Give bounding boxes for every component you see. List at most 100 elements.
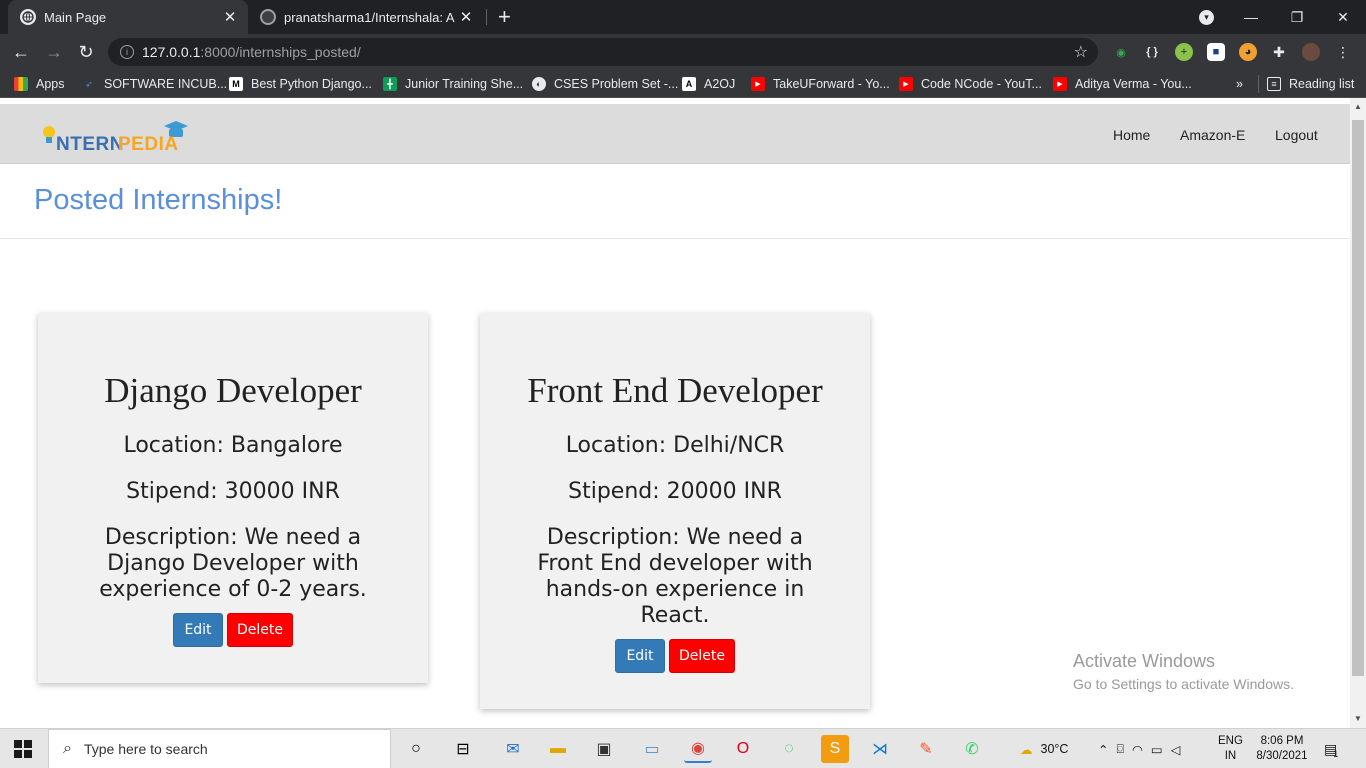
internship-card: Front End Developer Location: Delhi/NCR … <box>480 313 870 709</box>
tab-search-icon[interactable]: ▾ <box>1199 10 1214 25</box>
bookmark-label: Junior Training She... <box>405 77 524 91</box>
internship-location: Location: Delhi/NCR <box>565 433 785 458</box>
clock[interactable]: 8:06 PM 8/30/2021 <box>1254 729 1310 768</box>
delete-button[interactable]: Delete <box>669 639 735 673</box>
mail-icon[interactable]: ✉ <box>499 735 527 763</box>
url-host: 127.0.0.1 <box>142 44 201 60</box>
back-icon[interactable]: ← <box>9 40 33 64</box>
battery-icon[interactable]: ▭ <box>1151 742 1163 757</box>
divider <box>0 238 1350 239</box>
browser-tab-strip: Main Page ✕ pranatsharma1/Internshala: A… <box>0 0 1366 34</box>
forward-icon[interactable]: → <box>42 40 66 64</box>
bookmarks-overflow-icon[interactable]: » <box>1236 75 1243 93</box>
opera-icon[interactable]: O <box>729 735 757 763</box>
maximize-icon[interactable]: ❐ <box>1274 0 1320 34</box>
address-bar[interactable]: i 127.0.0.1:8000/internships_posted/ ☆ <box>108 38 1098 66</box>
bookmark-junior-training[interactable]: ╋ Junior Training She... <box>383 75 523 93</box>
scroll-thumb[interactable] <box>1352 120 1364 676</box>
tab-title: pranatsharma1/Internshala: A Dj <box>284 9 456 25</box>
bookmark-takeuforward[interactable]: ▶ TakeUForward - Yo... <box>751 75 890 93</box>
tab-github[interactable]: pranatsharma1/Internshala: A Dj ✕ <box>252 0 484 34</box>
wifi-icon[interactable]: ◠ <box>1132 742 1143 757</box>
taskbar-search-box[interactable]: ⌕ Type here to search <box>48 729 391 768</box>
a2oj-icon: A <box>682 77 696 91</box>
bookmark-cses[interactable]: ◐ CSES Problem Set -... <box>532 75 678 93</box>
refresh-app-icon[interactable]: ◌ <box>775 735 803 763</box>
weather-widget[interactable]: ☁ 30°C <box>1020 729 1068 768</box>
reload-icon[interactable]: ↻ <box>74 40 98 64</box>
logo-text-pedia: PEDIA <box>118 134 179 155</box>
meet-now-icon[interactable]: ⌼ <box>1116 742 1124 757</box>
window-close-icon[interactable]: ✕ <box>1320 0 1366 34</box>
nav-logout-link[interactable]: Logout <box>1275 127 1318 143</box>
bookmark-a2oj[interactable]: A A2OJ <box>682 75 735 93</box>
tab-main-page[interactable]: Main Page ✕ <box>8 0 248 34</box>
reading-list-label: Reading list <box>1289 77 1355 91</box>
vscode-icon[interactable]: ⋊ <box>866 735 894 763</box>
extension-flag-icon[interactable]: ■ <box>1207 43 1225 61</box>
bookmark-software-incub[interactable]: ➶ SOFTWARE INCUB... <box>82 75 227 93</box>
notifications-icon[interactable]: ▤ 1 <box>1324 729 1338 768</box>
extension-owl-icon[interactable]: ◕ <box>1239 43 1257 61</box>
edit-button[interactable]: Edit <box>173 613 223 647</box>
youtube-icon: ▶ <box>1053 77 1067 91</box>
card-actions: Edit Delete <box>480 639 870 673</box>
extension-json-icon[interactable]: { } <box>1143 43 1161 61</box>
laptop-app-icon[interactable]: ▭ <box>638 735 666 763</box>
scroll-down-icon[interactable]: ▼ <box>1354 714 1362 723</box>
github-icon <box>260 9 276 25</box>
bookmark-code-ncode[interactable]: ▶ Code NCode - YouT... <box>899 75 1042 93</box>
bookmark-aditya-verma[interactable]: ▶ Aditya Verma - You... <box>1053 75 1192 93</box>
bookmark-best-python-django[interactable]: M Best Python Django... <box>229 75 372 93</box>
tab-close-icon[interactable]: ✕ <box>456 8 476 26</box>
nav-amazon-e-link[interactable]: Amazon-E <box>1180 127 1245 143</box>
chevron-up-icon[interactable]: ⌃ <box>1098 742 1108 757</box>
whatsapp-icon[interactable]: ✆ <box>958 735 986 763</box>
cortana-icon[interactable]: ○ <box>402 735 430 763</box>
weather-icon: ☁ <box>1020 742 1033 757</box>
delete-button[interactable]: Delete <box>227 613 293 647</box>
tab-close-icon[interactable]: ✕ <box>220 8 240 26</box>
volume-icon[interactable]: ◁ <box>1171 742 1181 757</box>
bookmark-apps[interactable]: Apps <box>14 75 65 93</box>
chrome-icon[interactable]: ◉ <box>684 735 712 763</box>
edit-button[interactable]: Edit <box>615 639 665 673</box>
youtube-icon: ▶ <box>899 77 913 91</box>
site-info-icon[interactable]: i <box>120 45 134 59</box>
language-indicator[interactable]: ENG IN <box>1218 729 1243 768</box>
lang-line-1: ENG <box>1218 735 1243 747</box>
minimize-icon[interactable]: — <box>1228 0 1274 34</box>
page-scrollbar[interactable]: ▲ ▼ <box>1350 98 1366 728</box>
site-navbar: NTERN PEDIA Home Amazon-E Logout <box>0 104 1350 164</box>
youtube-icon: ▶ <box>751 77 765 91</box>
internship-location: Location: Bangalore <box>123 433 343 458</box>
menu-kebab-icon[interactable]: ⋮ <box>1334 43 1352 61</box>
store-icon[interactable]: ▣ <box>590 735 618 763</box>
extension-plus-icon[interactable]: + <box>1175 43 1193 61</box>
scroll-up-icon[interactable]: ▲ <box>1354 102 1362 111</box>
bookmark-star-icon[interactable]: ☆ <box>1074 42 1088 62</box>
bookmark-label: TakeUForward - Yo... <box>773 77 890 91</box>
task-view-icon[interactable]: ⊟ <box>449 735 477 763</box>
new-tab-icon[interactable]: + <box>498 4 511 30</box>
sublime-text-icon[interactable]: S <box>821 735 849 763</box>
bookmark-label: CSES Problem Set -... <box>554 77 679 91</box>
brush-app-icon[interactable]: ✎ <box>912 735 940 763</box>
extension-eye-icon[interactable]: ◉ <box>1112 43 1130 61</box>
nav-home-link[interactable]: Home <box>1113 127 1150 143</box>
reading-list-button[interactable]: ≡ Reading list <box>1258 75 1354 93</box>
windows-start-icon[interactable] <box>14 740 32 758</box>
screen: Main Page ✕ pranatsharma1/Internshala: A… <box>0 0 1366 768</box>
internship-stipend: Stipend: 30000 INR <box>126 479 340 504</box>
bookmark-label: A2OJ <box>704 77 736 91</box>
watermark-line-1: Activate Windows <box>1073 651 1216 671</box>
profile-avatar[interactable] <box>1302 43 1320 61</box>
extensions-puzzle-icon[interactable]: ✚ <box>1270 43 1288 61</box>
weather-temp: 30°C <box>1040 742 1069 756</box>
bookmark-label: SOFTWARE INCUB... <box>104 77 228 91</box>
page-title: Posted Internships! <box>34 184 283 216</box>
site-logo[interactable]: NTERN PEDIA <box>42 120 192 156</box>
clock-date: 8/30/2021 <box>1256 750 1308 762</box>
file-explorer-icon[interactable]: ▬ <box>544 735 572 763</box>
system-tray-icons: ⌃ ⌼ ◠ ▭ ◁ <box>1098 729 1180 768</box>
